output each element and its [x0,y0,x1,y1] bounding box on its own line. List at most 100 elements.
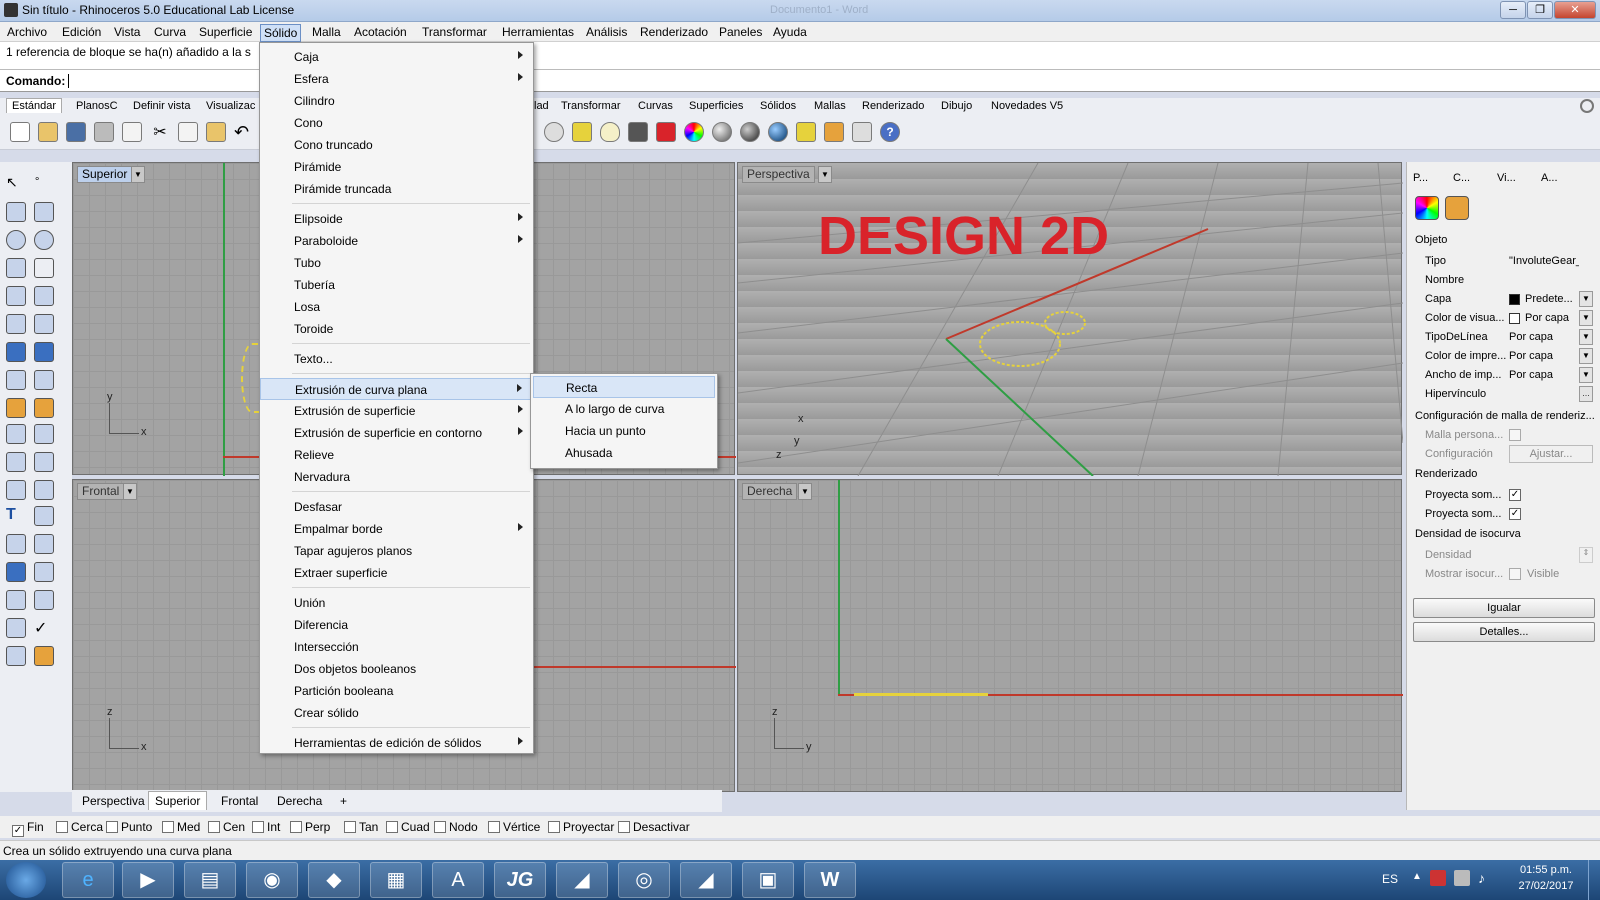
menu-solido[interactable]: Sólido [260,24,302,42]
osnap-checkbox[interactable] [386,821,398,833]
browse-button[interactable]: … [1579,386,1593,402]
menu-item-crear-solido[interactable]: Crear sólido [260,702,533,724]
chevron-down-icon[interactable]: ▼ [818,166,832,183]
menu-item-dos-objetos-booleanos[interactable]: Dos objetos booleanos [260,658,533,680]
fillet-icon[interactable] [34,286,54,306]
word-icon[interactable]: W [804,862,856,898]
curve-icon[interactable] [34,202,54,222]
windows-explorer-icon[interactable]: ▣ [742,862,794,898]
file-explorer-icon[interactable]: ▤ [184,862,236,898]
menu-item-nervadura[interactable]: Nervadura [260,466,533,488]
dim-icon[interactable] [34,534,54,554]
tray-expand-icon[interactable]: ▲ [1412,871,1422,882]
osnap-cerca[interactable]: Cerca [56,820,103,834]
boolean-icon[interactable] [34,342,54,362]
point-icon[interactable]: ∘ [34,174,54,194]
menu-item-tuberia[interactable]: Tubería [260,274,533,296]
menu-item-extraer-superficie[interactable]: Extraer superficie [260,562,533,584]
menu-vista[interactable]: Vista [111,24,143,40]
color-wheel-icon[interactable] [684,122,704,142]
match-button[interactable]: Igualar [1413,598,1595,618]
prop-value[interactable]: Por capa [1525,312,1579,324]
menu-item-union[interactable]: Unión [260,592,533,614]
osnap-checkbox[interactable] [162,821,174,833]
loft-icon[interactable] [34,314,54,334]
paste-icon[interactable] [206,122,226,142]
start-button[interactable] [6,862,46,898]
gear-icon[interactable] [1580,99,1594,113]
chevron-down-icon[interactable]: ▼ [131,166,145,183]
prop-value[interactable]: Predete... [1525,293,1579,305]
visible-checkbox[interactable] [1509,568,1521,580]
prop-value[interactable]: Por capa [1509,369,1579,381]
jg-app-icon[interactable]: JG [494,862,546,898]
tab-solidos[interactable]: Sólidos [760,100,796,112]
prop-row-tipodelinea[interactable]: TipoDeLínea Por capa ▼ [1413,328,1595,347]
volume-icon[interactable]: ♪ [1478,870,1494,886]
chevron-down-icon[interactable]: ▼ [123,483,137,500]
viewport-derecha[interactable]: Derecha ▼ z y [737,479,1403,792]
prop-row-hipervinculo[interactable]: Hipervínculo… [1413,385,1595,404]
osnap-checkbox[interactable] [252,821,264,833]
language-indicator[interactable]: ES [1382,872,1398,886]
tab-dibujo[interactable]: Dibujo [941,100,972,112]
viewport-label-superior[interactable]: Superior [77,166,133,183]
tab-transformar[interactable]: Transformar [561,100,621,112]
menu-archivo[interactable]: Archivo [4,24,50,40]
command-line[interactable]: Comando: [0,70,1600,92]
chevron-down-icon[interactable]: ▼ [1579,348,1593,364]
command-history[interactable]: 1 referencia de bloque se ha(n) añadido … [0,42,1600,70]
submenu-item-ahusada[interactable]: Ahusada [533,442,715,464]
osnap-fin[interactable]: ✓ Fin [12,820,44,837]
explode-icon[interactable] [34,452,54,472]
blend-icon[interactable] [34,480,54,500]
tab-superficies[interactable]: Superficies [689,100,743,112]
snap-icon[interactable] [572,122,592,142]
clock-date[interactable]: 27/02/2017 [1516,880,1576,892]
tab-planosc[interactable]: PlanosC [76,100,118,112]
transform-icon[interactable] [6,398,26,418]
screen-capture-icon[interactable]: ◎ [618,862,670,898]
menu-item-elipsoide[interactable]: Elipsoide [260,208,533,230]
light-bulb-icon[interactable] [600,122,620,142]
osnap-cen[interactable]: Cen [208,820,245,834]
tab-visualizacion[interactable]: Visualizac [206,100,255,112]
cast-shadows-checkbox[interactable]: ✓ [1509,489,1521,501]
render-icon[interactable] [768,122,788,142]
tab-renderizado[interactable]: Renderizado [862,100,924,112]
prop-value[interactable]: "InvoluteGear_... [1509,255,1579,267]
menu-item-particion-booleana[interactable]: Partición booleana [260,680,533,702]
import-icon[interactable] [122,122,142,142]
layer-icon[interactable] [656,122,676,142]
osnap-checkbox[interactable] [618,821,630,833]
menu-item-piramide-truncada[interactable]: Pirámide truncada [260,178,533,200]
command-cursor[interactable] [68,74,69,88]
menu-item-diferencia[interactable]: Diferencia [260,614,533,636]
menu-herramientas[interactable]: Herramientas [499,24,577,40]
osnap-proyectar[interactable]: Proyectar [548,820,614,834]
menu-item-cono-truncado[interactable]: Cono truncado [260,134,533,156]
menu-item-cono[interactable]: Cono [260,112,533,134]
menu-acotacion[interactable]: Acotación [351,24,410,40]
menu-item-esfera[interactable]: Esfera [260,68,533,90]
zoom-icon[interactable] [544,122,564,142]
tab-mallas[interactable]: Mallas [814,100,846,112]
mesh-custom-checkbox[interactable] [1509,429,1521,441]
trim-icon[interactable] [34,424,54,444]
menu-item-extrusion-de-superficie[interactable]: Extrusión de superficie [260,400,533,422]
submenu-item-hacia-un-punto[interactable]: Hacia un punto [533,420,715,442]
chevron-down-icon[interactable]: ▼ [1579,367,1593,383]
group-icon[interactable] [6,452,26,472]
menu-item-losa[interactable]: Losa [260,296,533,318]
tab-novedades-v5[interactable]: Novedades V5 [991,100,1063,112]
viewport-perspectiva[interactable]: Perspectiva ▼ DESIGN 2D x y z [737,162,1403,476]
osnap-checkbox[interactable] [56,821,68,833]
analyze-icon[interactable] [6,618,26,638]
prop-row-color-de-impre[interactable]: Color de impre... Por capa ▼ [1413,347,1595,366]
polyline-icon[interactable] [6,202,26,222]
menu-item-paraboloide[interactable]: Paraboloide [260,230,533,252]
chevron-down-icon[interactable]: ▼ [1579,310,1593,326]
save-icon[interactable] [66,122,86,142]
cylinder-icon[interactable] [6,370,26,390]
menu-paneles[interactable]: Paneles [716,24,765,40]
